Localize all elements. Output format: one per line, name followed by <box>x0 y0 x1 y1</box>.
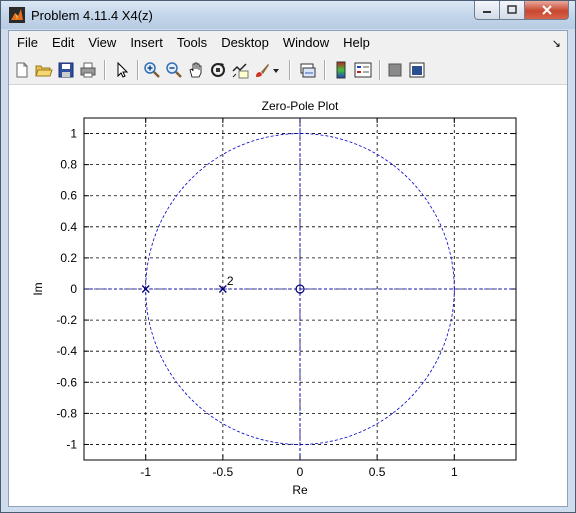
maximize-icon <box>507 5 517 14</box>
close-icon <box>541 5 552 15</box>
print-icon[interactable] <box>79 61 97 79</box>
y-tick-label: -0.8 <box>56 406 77 420</box>
x-tick-label: -0.5 <box>213 465 234 479</box>
menu-bar: File Edit View Insert Tools Desktop Wind… <box>9 31 567 55</box>
open-folder-icon[interactable] <box>35 61 53 79</box>
new-file-icon[interactable] <box>13 61 31 79</box>
y-tick-label: 0.4 <box>60 220 77 234</box>
pole-multiplicity-label: 2 <box>227 274 234 288</box>
x-axis-label: Re <box>292 483 308 497</box>
brush-icon[interactable] <box>253 61 271 79</box>
window-controls <box>474 1 569 21</box>
minimize-icon <box>483 11 491 13</box>
brush-dropdown-icon[interactable] <box>271 61 281 79</box>
title-bar[interactable]: Problem 4.11.4 X4(z) <box>1 1 575 29</box>
y-tick-label: 1 <box>70 127 77 141</box>
y-tick-label: -0.6 <box>56 375 77 389</box>
menu-help[interactable]: Help <box>336 31 377 55</box>
pan-hand-icon[interactable] <box>187 61 205 79</box>
x-tick-label: 0.5 <box>369 465 386 479</box>
y-tick-label: -1 <box>66 437 77 451</box>
menu-desktop[interactable]: Desktop <box>214 31 276 55</box>
x-tick-label: 0 <box>297 465 304 479</box>
dock-arrow-icon[interactable]: ↘ <box>552 37 561 50</box>
y-tick-label: -0.2 <box>56 313 77 327</box>
window-title: Problem 4.11.4 X4(z) <box>31 8 153 23</box>
data-cursor-icon[interactable] <box>231 61 249 79</box>
matlab-logo-icon <box>9 7 25 23</box>
figure-window: Problem 4.11.4 X4(z) File Edit View Inse… <box>0 0 576 513</box>
axes-area[interactable]: Zero-Pole Plot -1 -0.5 0 0.5 1 1 0.8 0.6 0.4 0.2 0 -… <box>9 85 567 506</box>
y-tick-label: 0 <box>70 282 77 296</box>
link-plot-icon[interactable] <box>299 61 317 79</box>
colorbar-icon[interactable] <box>332 61 350 79</box>
minimize-button[interactable] <box>474 1 500 20</box>
x-tick-label: 1 <box>451 465 458 479</box>
menu-insert[interactable]: Insert <box>123 31 170 55</box>
rotate-3d-icon[interactable] <box>209 61 227 79</box>
y-tick-label: 0.2 <box>60 251 77 265</box>
show-plot-tools-icon[interactable] <box>408 61 426 79</box>
menu-file[interactable]: File <box>9 31 45 55</box>
zero-pole-plot[interactable]: Zero-Pole Plot -1 -0.5 0 0.5 1 1 0.8 0.6 0.4 0.2 0 -… <box>9 85 567 506</box>
hide-plot-tools-icon[interactable] <box>386 61 404 79</box>
y-tick-label: 0.6 <box>60 189 77 203</box>
close-button[interactable] <box>525 1 569 20</box>
legend-icon[interactable] <box>354 61 372 79</box>
select-arrow-icon[interactable] <box>113 61 131 79</box>
menu-window[interactable]: Window <box>276 31 336 55</box>
menu-tools[interactable]: Tools <box>170 31 214 55</box>
figure-client-area: File Edit View Insert Tools Desktop Wind… <box>8 30 568 507</box>
zoom-in-icon[interactable] <box>143 61 161 79</box>
figure-toolbar <box>9 55 567 85</box>
menu-view[interactable]: View <box>81 31 123 55</box>
y-tick-label: 0.8 <box>60 158 77 172</box>
x-tick-label: -1 <box>140 465 151 479</box>
y-axis-label: Im <box>31 282 45 295</box>
plot-title: Zero-Pole Plot <box>262 99 339 113</box>
menu-edit[interactable]: Edit <box>45 31 81 55</box>
save-icon[interactable] <box>57 61 75 79</box>
maximize-button[interactable] <box>500 1 525 20</box>
y-tick-label: -0.4 <box>56 344 77 358</box>
zoom-out-icon[interactable] <box>165 61 183 79</box>
